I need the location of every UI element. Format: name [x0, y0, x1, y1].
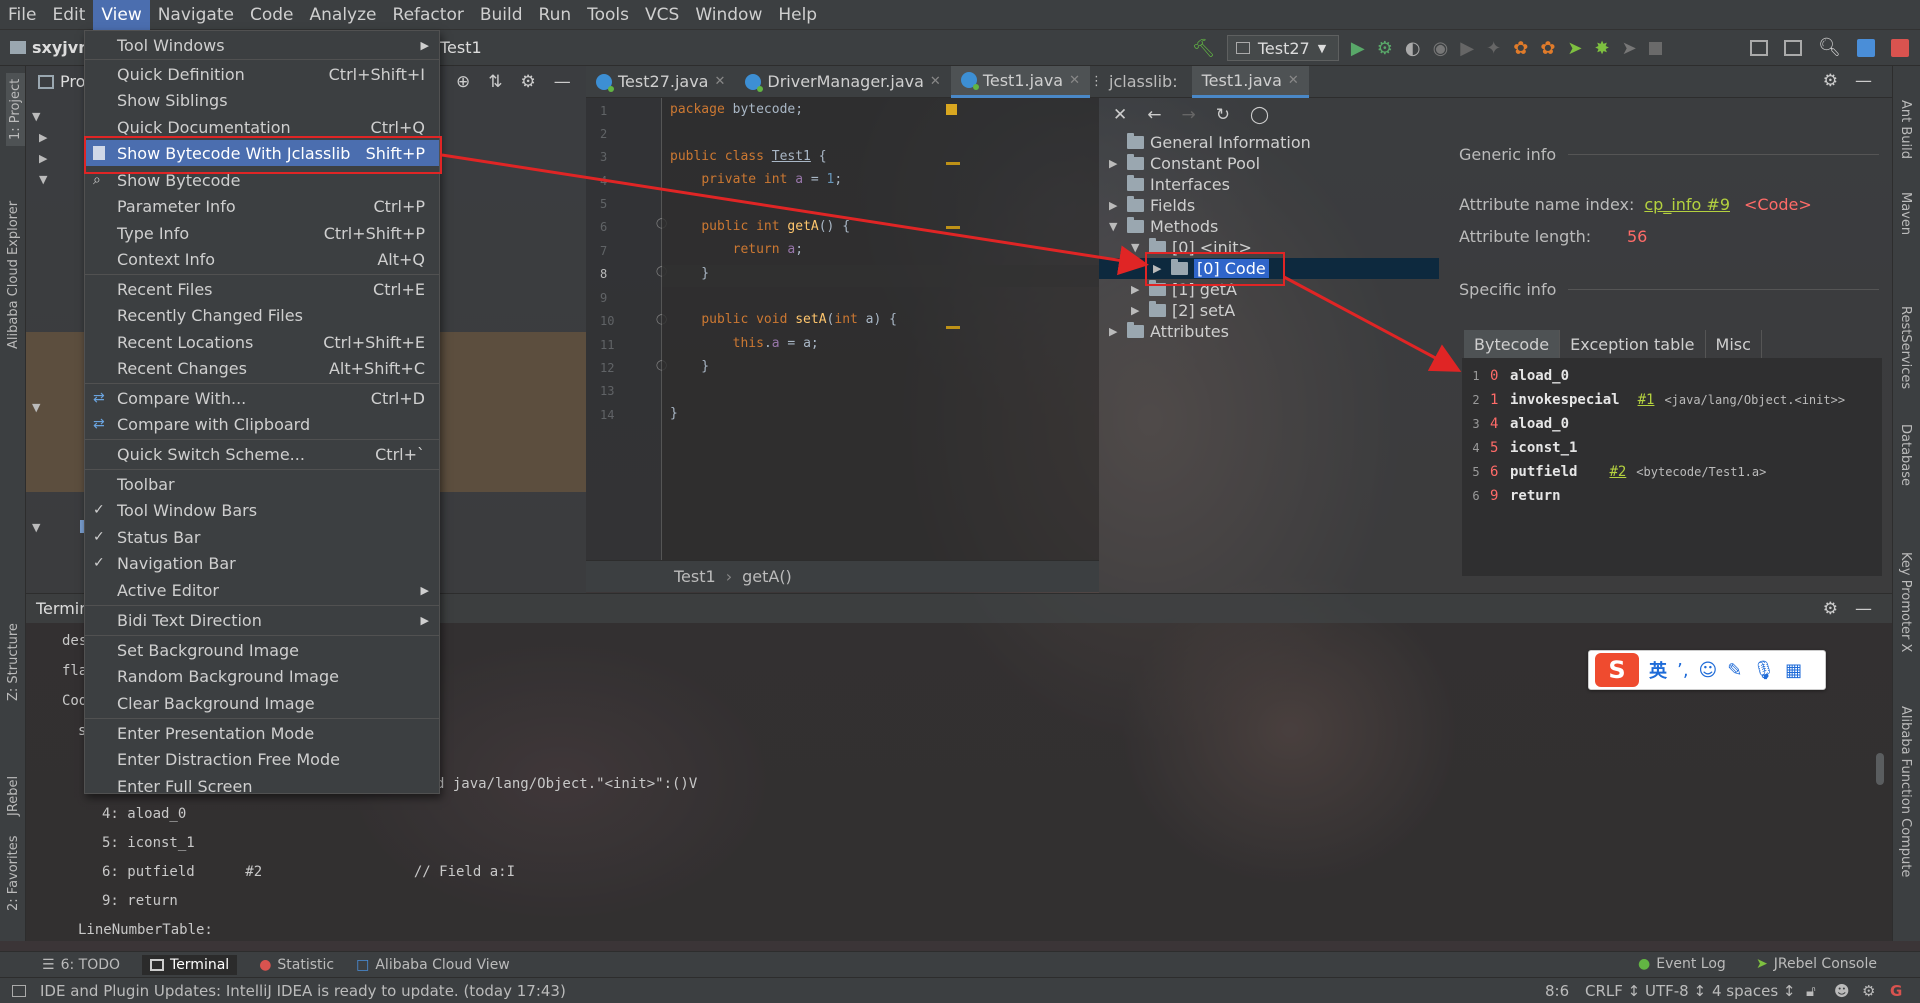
annotation-arrow-to-bytecode [1283, 275, 1462, 372]
annotation-arrow-to-code-node [441, 153, 1149, 276]
annotation-arrows [441, 153, 1462, 372]
